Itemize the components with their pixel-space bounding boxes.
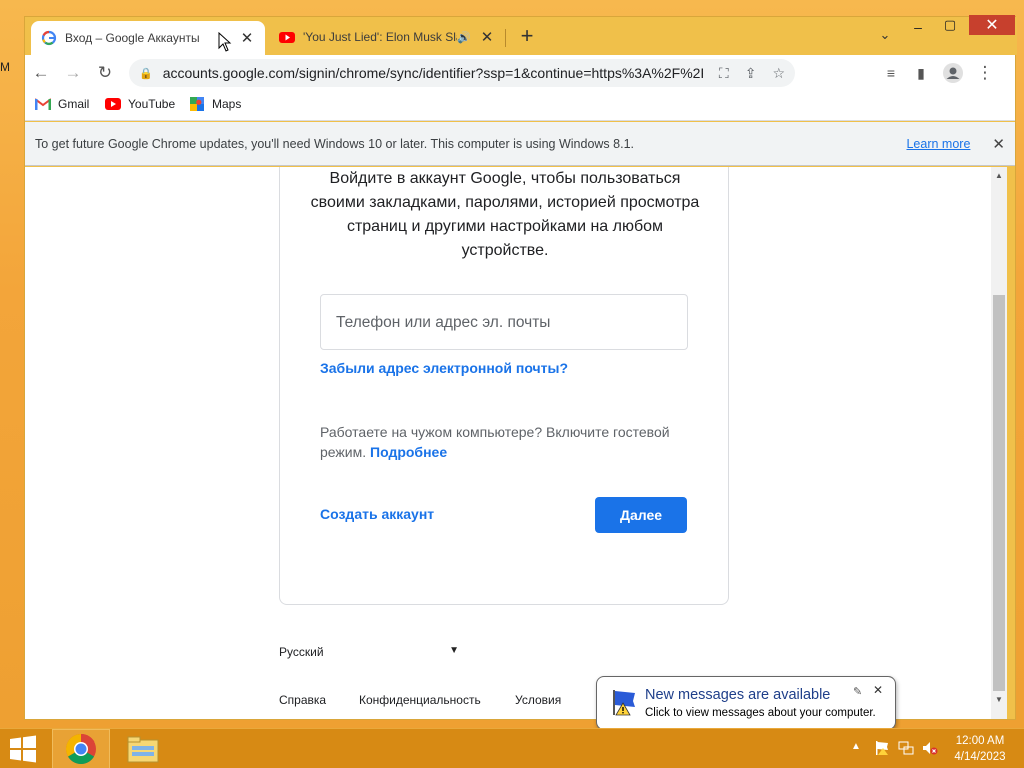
bookmark-label: Gmail — [58, 97, 90, 111]
tab-youtube-video[interactable]: 'You Just Lied': Elon Musk Sla 🔊 ✕ — [269, 21, 505, 53]
action-center-flag-icon — [613, 690, 635, 716]
guest-mode-text: Работаете на чужом компьютере? Включите … — [320, 422, 690, 462]
notification-balloon[interactable]: New messages are available Click to view… — [596, 676, 896, 730]
minimize-button[interactable]: – — [905, 19, 931, 35]
scrollbar[interactable]: ▲ ▼ — [991, 167, 1007, 719]
forgot-email-link[interactable]: Забыли адрес электронной почты? — [320, 360, 568, 376]
signin-subtitle: Войдите в аккаунт Google, чтобы пользова… — [310, 170, 700, 259]
notification-text: Click to view messages about your comput… — [645, 707, 876, 719]
signin-card: Войдите в аккаунт Google, чтобы пользова… — [279, 167, 729, 605]
bookmark-youtube[interactable]: YouTube — [105, 97, 175, 111]
share-icon[interactable]: ⇪ — [745, 65, 757, 82]
system-clock[interactable]: 12:00 AM 4/14/2023 — [950, 733, 1010, 765]
bookmark-label: YouTube — [128, 97, 176, 111]
language-select[interactable]: Русский ▼ — [279, 645, 459, 659]
tab-divider — [505, 29, 506, 47]
url-text[interactable]: accounts.google.com/signin/chrome/sync/i… — [163, 65, 703, 81]
tab-title: Вход – Google Аккаунты — [65, 31, 200, 45]
scroll-thumb[interactable] — [993, 295, 1005, 691]
folder-icon — [127, 736, 159, 763]
tab-close-icon[interactable]: ✕ — [479, 28, 495, 46]
gmail-icon — [35, 98, 51, 110]
language-value: Русский — [279, 645, 324, 659]
next-button[interactable]: Далее — [595, 497, 687, 533]
google-icon — [41, 30, 57, 46]
options-wrench-icon[interactable]: ✎ — [853, 685, 862, 698]
close-window-button[interactable]: ✕ — [969, 15, 1015, 35]
back-arrow-icon[interactable]: ← — [27, 61, 55, 85]
maximize-button[interactable]: ▢ — [937, 17, 963, 33]
youtube-icon — [105, 98, 121, 110]
tab-search-chevron-icon[interactable]: ⌄ — [875, 27, 895, 47]
side-panel-icon[interactable]: ▮ — [907, 61, 935, 85]
action-center-flag-icon[interactable] — [874, 740, 890, 756]
lock-icon[interactable]: 🔒 — [139, 67, 153, 80]
new-tab-button[interactable]: + — [515, 25, 539, 49]
volume-muted-icon[interactable] — [922, 740, 938, 756]
chrome-icon — [65, 733, 96, 765]
footer-help-link[interactable]: Справка — [279, 693, 326, 707]
scroll-up-icon[interactable]: ▲ — [993, 171, 1005, 181]
taskbar-chrome-button[interactable] — [52, 729, 110, 768]
profile-avatar-icon[interactable] — [939, 61, 967, 85]
tab-close-icon[interactable]: ✕ — [239, 29, 255, 47]
tab-title: 'You Just Lied': Elon Musk Sla — [303, 30, 458, 44]
desktop-edge-text: M — [0, 60, 10, 74]
footer-privacy-link[interactable]: Конфиденциальность — [359, 693, 481, 707]
speaker-icon[interactable]: 🔊 — [457, 31, 471, 44]
star-bookmark-icon[interactable]: ☆ — [772, 65, 785, 82]
taskbar-file-explorer-button[interactable] — [114, 729, 172, 768]
windows-start-icon[interactable] — [8, 735, 38, 763]
notification-title: New messages are available — [645, 687, 831, 703]
learn-more-link[interactable]: Learn more — [906, 137, 970, 151]
bookmarks-bar: Gmail YouTube Maps — [25, 91, 1015, 121]
title-bar: Вход – Google Аккаунты ✕ 'You Just Lied'… — [25, 15, 1017, 55]
bookmark-maps[interactable]: Maps — [189, 97, 241, 111]
infobar-close-icon[interactable]: ✕ — [992, 135, 1005, 153]
translate-icon[interactable]: ⛶ — [719, 65, 729, 82]
infobar-message: To get future Google Chrome updates, you… — [35, 136, 634, 151]
taskbar: ▲ 12:00 AM 4/14/2023 — [0, 728, 1024, 768]
email-field[interactable]: Телефон или адрес эл. почты — [320, 294, 688, 350]
page-content: Войдите в аккаунт Google, чтобы пользова… — [25, 167, 991, 719]
address-bar[interactable]: 🔒 accounts.google.com/signin/chrome/sync… — [129, 59, 795, 87]
youtube-icon — [279, 32, 295, 43]
media-control-icon[interactable]: ≡ — [877, 61, 905, 85]
mouse-cursor-icon — [218, 32, 232, 52]
avatar — [943, 63, 963, 83]
clock-time: 12:00 AM — [955, 735, 1005, 747]
forward-arrow-icon[interactable]: → — [59, 61, 87, 85]
update-infobar: To get future Google Chrome updates, you… — [25, 122, 1015, 166]
dropdown-arrow-icon: ▼ — [449, 645, 459, 656]
tray-expand-icon[interactable]: ▲ — [851, 741, 861, 752]
browser-toolbar: ← → ↻ 🔒 accounts.google.com/signin/chrom… — [25, 55, 1015, 91]
maps-icon — [190, 97, 204, 111]
bookmark-label: Maps — [212, 97, 242, 111]
reload-icon[interactable]: ↻ — [91, 61, 119, 85]
chrome-window: Вход – Google Аккаунты ✕ 'You Just Lied'… — [24, 15, 1017, 720]
network-icon[interactable] — [898, 740, 914, 756]
footer-terms-link[interactable]: Условия — [515, 693, 561, 707]
notification-close-icon[interactable]: ✕ — [873, 683, 883, 697]
create-account-button[interactable]: Создать аккаунт — [320, 506, 434, 522]
menu-kebab-icon[interactable]: ⋮ — [971, 61, 999, 85]
bookmark-gmail[interactable]: Gmail — [35, 97, 89, 111]
scroll-down-icon[interactable]: ▼ — [993, 695, 1005, 705]
clock-date: 4/14/2023 — [954, 751, 1006, 763]
guest-more-link[interactable]: Подробнее — [370, 444, 447, 460]
